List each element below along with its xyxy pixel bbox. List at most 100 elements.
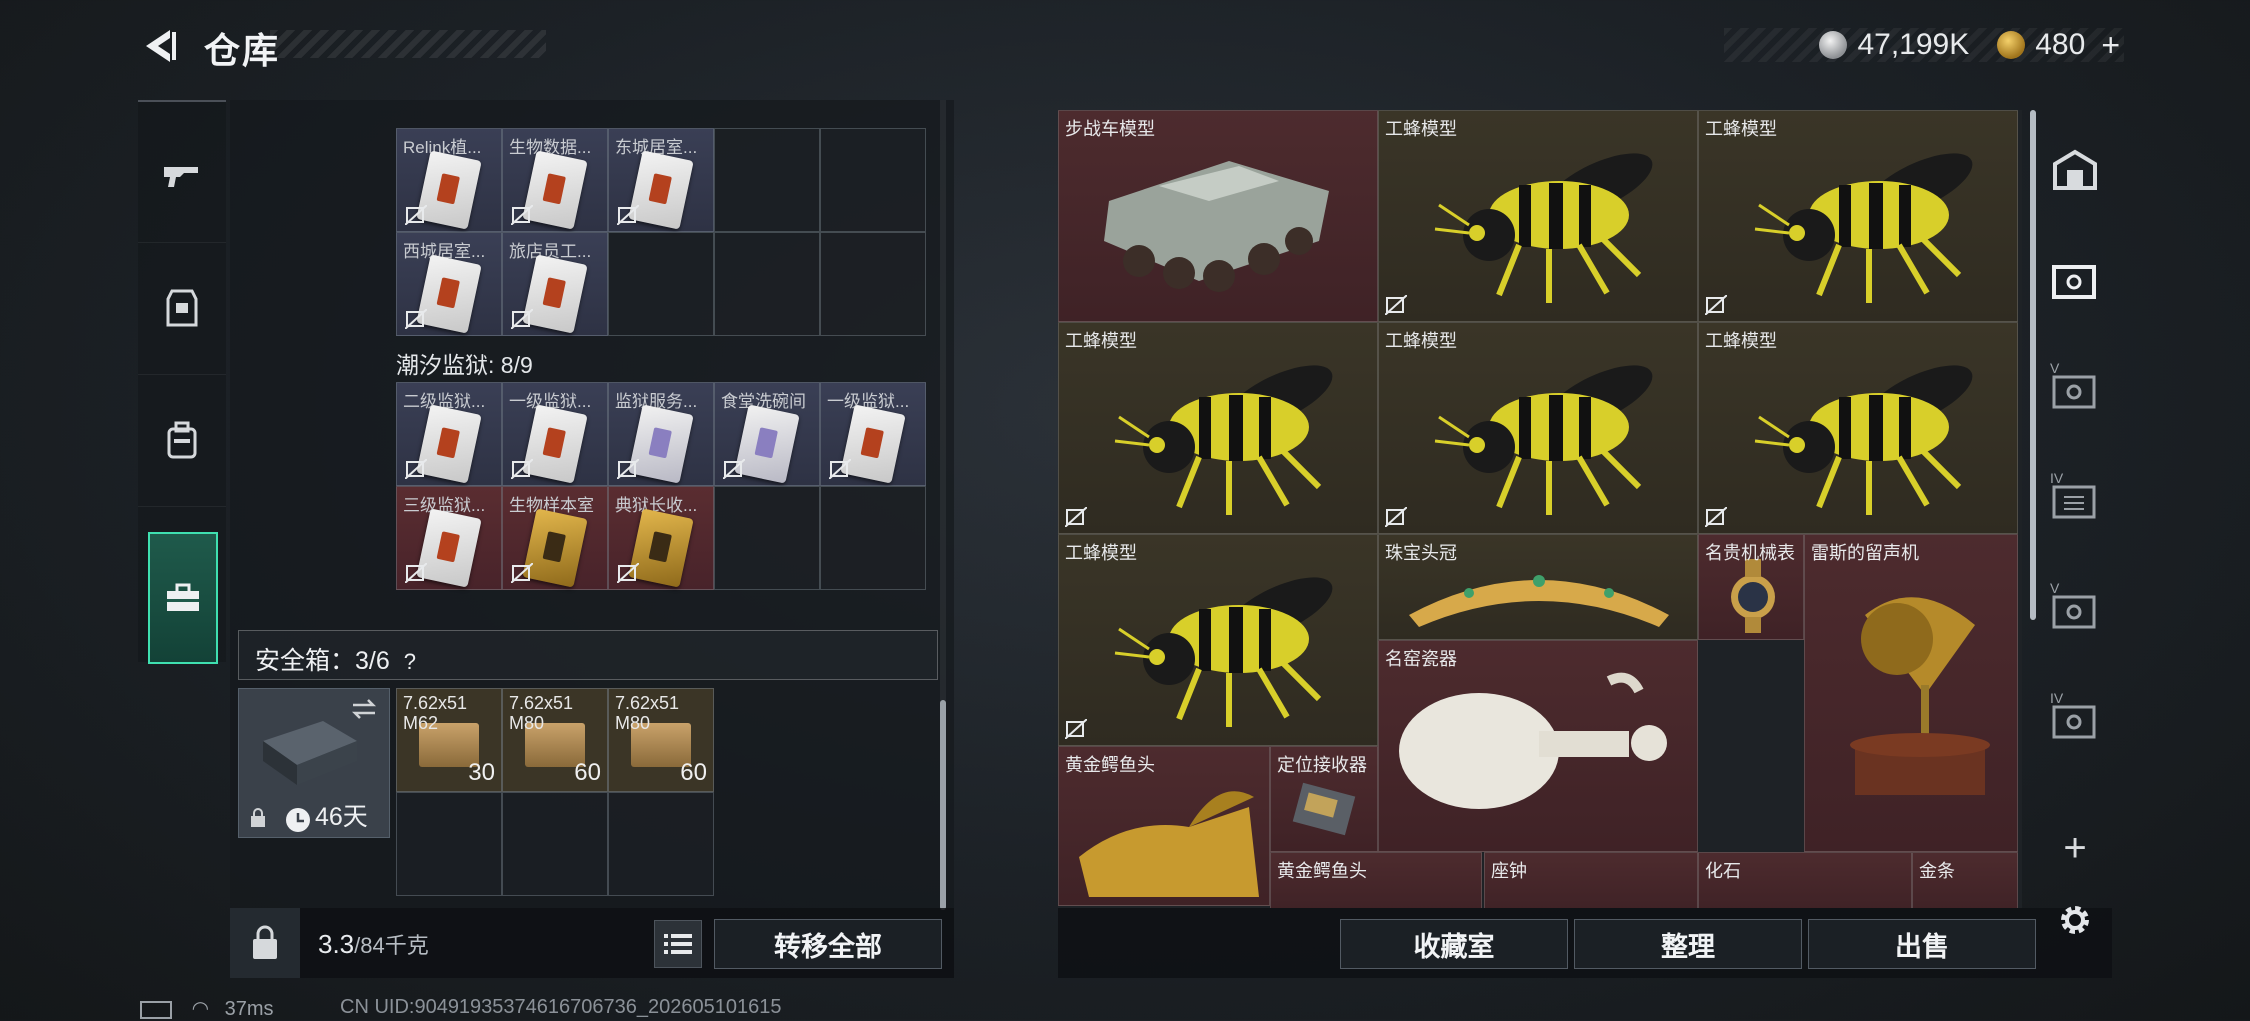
stash-item[interactable]: 金条 [1912,852,2018,908]
safe-tab-icon [2052,265,2096,299]
empty-slot[interactable] [608,792,714,896]
tab-level-label: V [2050,580,2060,596]
stash-footer: 收藏室 整理 出售 [1058,908,2112,978]
backpack-icon [167,421,197,459]
keycard-slot[interactable]: Relink植... [396,128,502,232]
empty-slot[interactable] [502,792,608,896]
nav-items[interactable] [148,532,218,664]
inventory-scrollbar-thumb[interactable] [940,700,946,910]
stash-item[interactable]: 定位接收器 [1270,746,1378,852]
keycard-slot[interactable]: 生物样本室 [502,486,608,590]
transfer-all-button[interactable]: 转移全部 [714,919,942,969]
safe-container[interactable]: 46天 [238,688,390,838]
nav-backpack[interactable] [138,374,226,507]
stash-tab-2[interactable]: V [2042,350,2108,430]
item-name: 工蜂模型 [1065,331,1137,351]
keycard-slot[interactable]: 监狱服务... [608,382,714,486]
settings-button[interactable] [2042,880,2108,960]
collection-room-button[interactable]: 收藏室 [1340,919,1568,969]
gramophone-icon [1850,597,1990,795]
keycard-slot[interactable]: 东城居室... [608,128,714,232]
item-name: 步战车模型 [1065,119,1155,139]
safe-box-label: 安全箱：3/6 [255,647,390,675]
nav-weapons[interactable] [138,110,226,243]
add-currency-button[interactable]: + [2101,27,2120,64]
back-button[interactable] [136,24,184,68]
lock-button[interactable] [230,908,300,978]
stash-item[interactable]: 黄金鳄鱼头 [1270,852,1482,908]
empty-slot[interactable] [714,128,820,232]
keycard-slot[interactable]: 二级监狱... [396,382,502,486]
plus-icon: + [2063,825,2087,870]
stash-tab-nav: V IV V IV + [2042,130,2108,960]
wifi-icon: ◠ [191,998,210,1020]
item-name: 黄金鳄鱼头 [1277,861,1367,881]
stash-item[interactable]: 工蜂模型 [1698,322,2018,534]
keycard-slot[interactable]: 典狱长收... [608,486,714,590]
stash-item[interactable]: 名窑瓷器 [1378,640,1698,852]
stash-tab-4[interactable]: V [2042,570,2108,650]
empty-slot[interactable] [820,128,926,232]
no-insure-icon [511,309,533,329]
sort-button[interactable]: 整理 [1574,919,1802,969]
ammo-slot[interactable]: 7.62x51 M80 60 [502,688,608,792]
keycard-slot[interactable]: 西城居室... [396,232,502,336]
keycard-slot[interactable]: 三级监狱... [396,486,502,590]
no-insure-icon [617,563,639,583]
gear-icon [2061,906,2089,934]
stash-tab-3[interactable]: IV [2042,460,2108,540]
stash-item[interactable]: 雷斯的留声机 [1804,534,2018,852]
item-name: 珠宝头冠 [1385,543,1457,563]
sell-button[interactable]: 出售 [1808,919,2036,969]
stash-scrollbar[interactable] [2030,110,2036,620]
empty-slot[interactable] [820,486,926,590]
stash-tab-home[interactable] [2042,130,2108,210]
item-name: 化石 [1705,861,1741,881]
stash-item[interactable]: 工蜂模型 [1698,110,2018,322]
page-title: 仓库 [204,30,281,71]
wasp-model-icon [1114,365,1333,515]
empty-slot[interactable] [396,792,502,896]
help-button[interactable]: ? [404,649,416,674]
stash-item[interactable]: 步战车模型 [1058,110,1378,322]
swap-icon[interactable] [349,697,379,721]
player-uid: CN UID:9049193537461670673​6_20260510161… [340,996,782,1018]
stash-tab-1[interactable] [2042,240,2108,320]
stash-tab-5[interactable]: IV [2042,680,2108,760]
nav-equipment[interactable] [138,242,226,375]
vehicle-model-icon [1104,161,1329,292]
ammo-name: 7.62x51 M80 [509,693,574,733]
ammo-slot[interactable]: 7.62x51 M80 60 [608,688,714,792]
stash-item[interactable]: 工蜂模型 [1378,322,1698,534]
stash-item[interactable]: 工蜂模型 [1058,534,1378,746]
empty-slot[interactable] [608,232,714,336]
add-stash-tab-button[interactable]: + [2042,808,2108,888]
list-view-button[interactable] [654,920,702,968]
stash-panel: 步战车模型 工蜂模型 工蜂模型 工蜂模型 工蜂模型 工蜂模型 工蜂模型 珠宝头冠… [1058,110,2022,908]
silver-coin-icon [1819,31,1848,59]
stash-item[interactable]: 黄金鳄鱼头 [1058,746,1270,906]
no-insure-icon [1705,295,1727,315]
stash-item[interactable]: 工蜂模型 [1378,110,1698,322]
no-insure-icon [1705,507,1727,527]
stash-item[interactable]: 名贵机械表 [1698,534,1804,640]
empty-slot[interactable] [820,232,926,336]
keycard-slot[interactable]: 一级监狱... [820,382,926,486]
silver-amount: 47,199K [1857,28,1970,61]
stash-item[interactable]: 工蜂模型 [1058,322,1378,534]
empty-slot[interactable] [714,232,820,336]
empty-slot[interactable] [714,486,820,590]
item-name: 雷斯的留声机 [1811,543,1919,563]
keycard-slot[interactable]: 食堂洗碗间 [714,382,820,486]
keycard-slot[interactable]: 一级监狱... [502,382,608,486]
stash-item[interactable]: 珠宝头冠 [1378,534,1698,640]
keycard-slot[interactable]: 生物数据... [502,128,608,232]
keycard-slot[interactable]: 旅店员工... [502,232,608,336]
stash-item[interactable]: 化石 [1698,852,1912,908]
gun-icon [164,167,198,187]
ammo-count: 60 [680,759,707,786]
locator-receiver-icon [1292,782,1356,836]
ammo-slot[interactable]: 7.62x51 M62 30 [396,688,502,792]
safe-box-header: 安全箱：3/6? [238,630,938,680]
stash-item[interactable]: 座钟 [1484,852,1698,908]
